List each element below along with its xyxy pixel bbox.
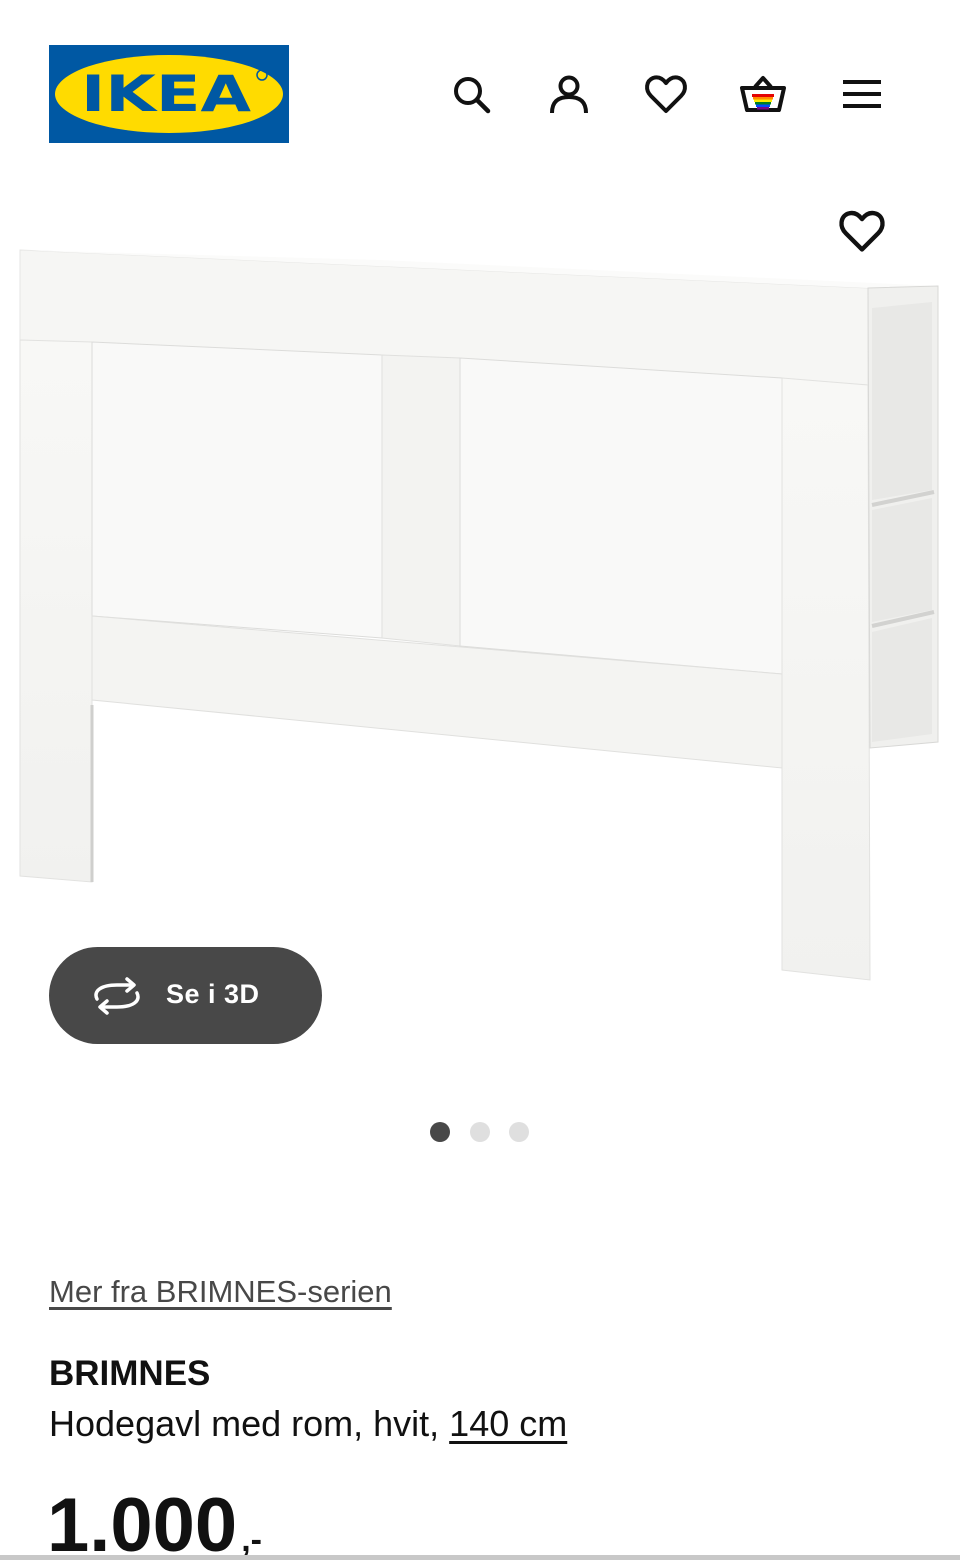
product-description: Hodegavl med rom, hvit, 140 cm	[49, 1403, 567, 1445]
price-suffix: ,-	[241, 1521, 262, 1559]
series-link[interactable]: Mer fra BRIMNES-serien	[49, 1274, 392, 1310]
product-image-headboard[interactable]	[0, 240, 960, 1000]
view-in-3d-label: Se i 3D	[166, 979, 260, 1009]
product-name: BRIMNES	[49, 1354, 211, 1393]
bottom-divider	[0, 1555, 960, 1560]
product-description-text: Hodegavl med rom, hvit,	[49, 1403, 450, 1444]
rotate-3d-icon	[94, 977, 140, 1015]
view-in-3d-button[interactable]: Se i 3D	[49, 947, 322, 1044]
size-link[interactable]: 140 cm	[449, 1403, 567, 1444]
product-price: 1.000 ,-	[47, 1488, 262, 1564]
user-icon[interactable]	[545, 70, 593, 118]
search-icon[interactable]	[447, 70, 495, 118]
carousel-dot-1[interactable]	[430, 1122, 450, 1142]
top-header: IKEA	[0, 0, 960, 150]
product-gallery: Se i 3D	[0, 150, 960, 1210]
ikea-logo[interactable]: IKEA	[49, 45, 289, 143]
carousel-dot-2[interactable]	[470, 1122, 490, 1142]
svg-text:IKEA: IKEA	[81, 65, 251, 123]
carousel-dot-3[interactable]	[509, 1122, 529, 1142]
menu-icon[interactable]	[838, 70, 886, 118]
cart-icon[interactable]	[739, 70, 787, 118]
heart-icon[interactable]	[642, 70, 690, 118]
